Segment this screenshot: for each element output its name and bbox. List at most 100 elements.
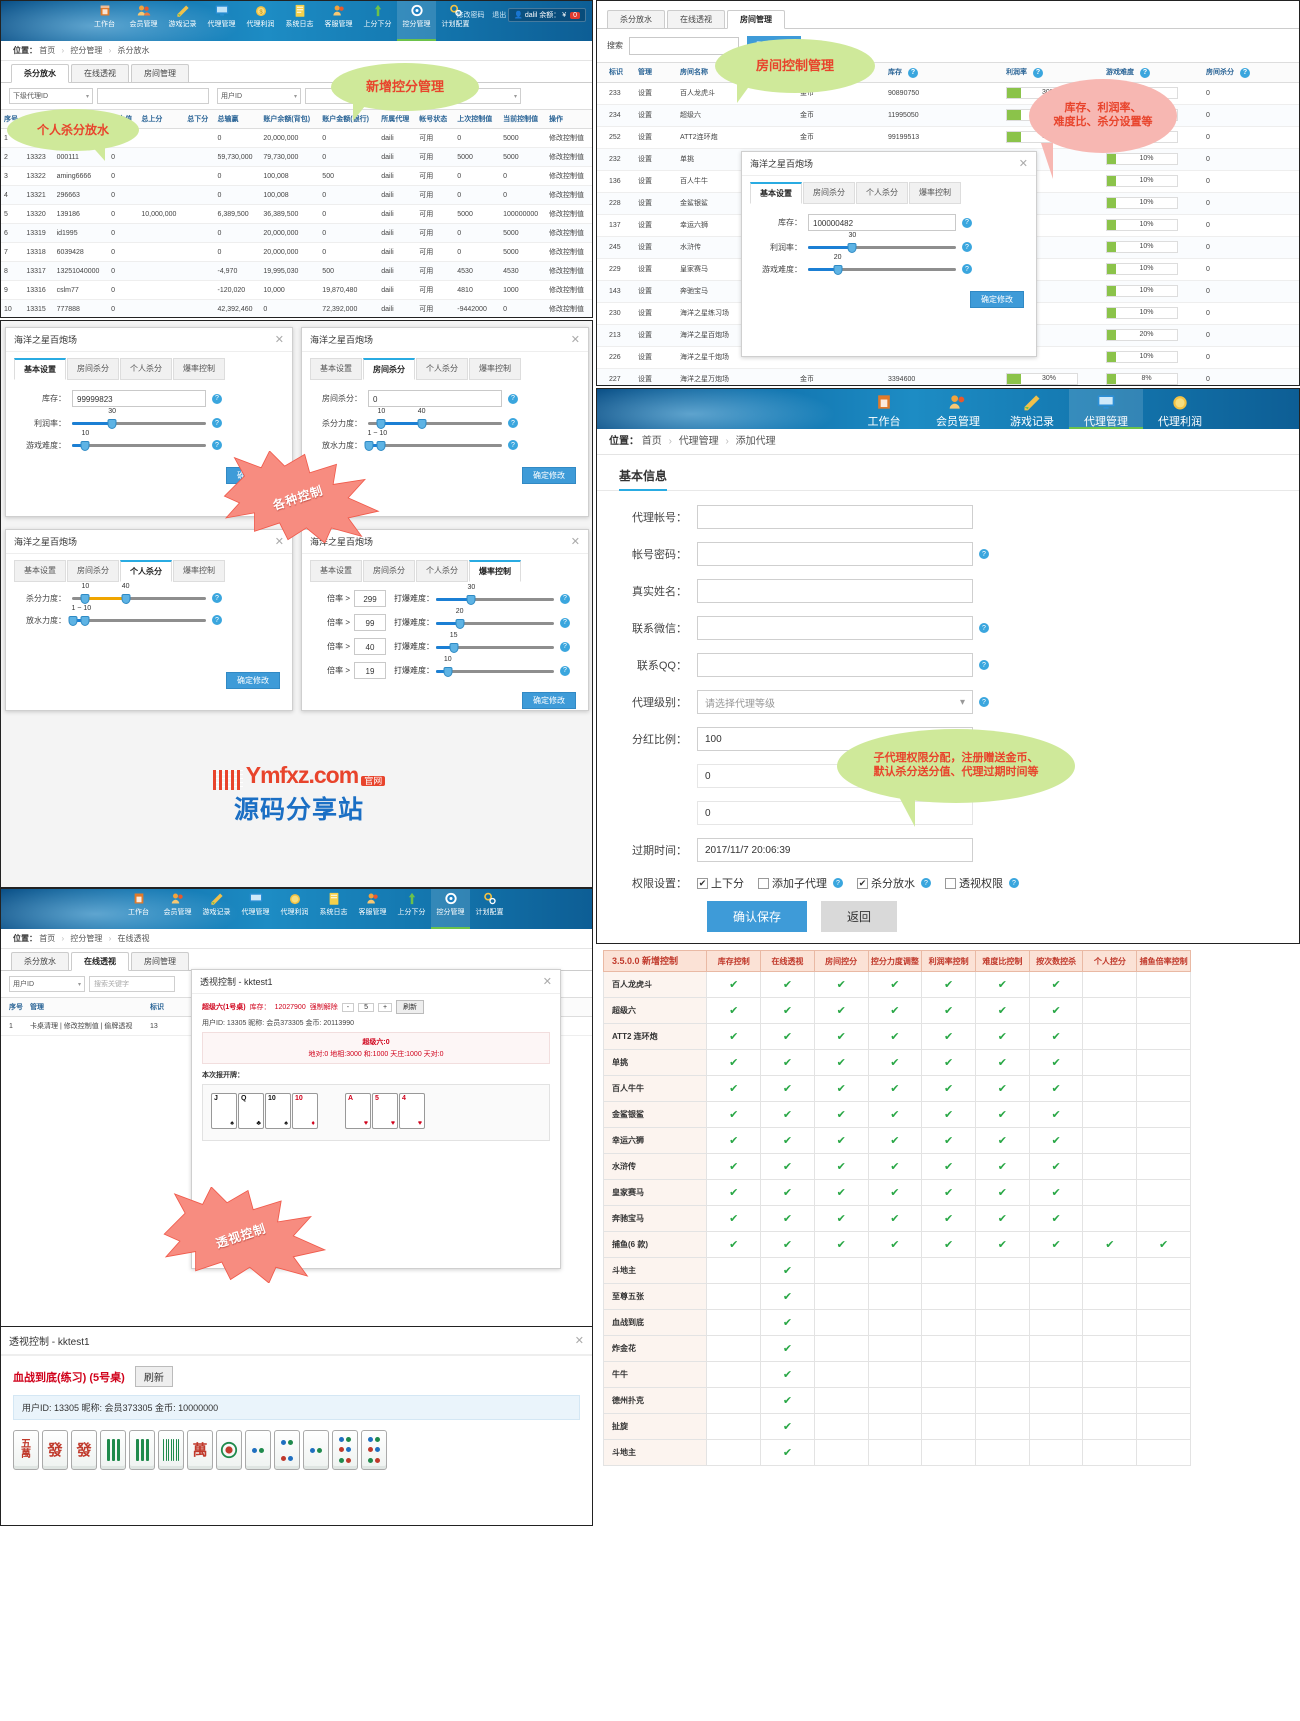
dlg3-water-slider[interactable]: 1 ~ 10 [72,614,206,626]
p3-nav-7[interactable]: 上分下分 [392,889,431,929]
help-icon-diff[interactable]: ? [1140,68,1150,78]
slider-knob-2[interactable] [833,265,842,275]
help-icon-2a[interactable]: ? [508,394,518,404]
slider-knob[interactable] [449,643,458,653]
checkbox-3[interactable] [945,878,956,889]
slider-knob-8a[interactable] [69,616,78,626]
help-icon-dlg-stock[interactable]: ? [962,218,972,228]
cell-op[interactable]: 修改控制值 [546,300,592,319]
help-icon-perm-1[interactable]: ? [833,878,843,888]
agent-nav-4[interactable]: 代理利润 [1143,389,1217,429]
save-button[interactable]: 确认保存 [707,901,807,932]
table-row[interactable]: 1013315777888042,392,460072,392,000daili… [1,300,592,319]
dlg4-tab-0[interactable]: 基本设置 [310,560,362,582]
dlg2-confirm-button[interactable]: 确定修改 [522,467,576,484]
nav-item-6[interactable]: 客服管理 [319,1,358,41]
agent-field-input-4[interactable] [697,653,973,677]
burst-mult-input-1[interactable]: 99 [354,614,386,631]
table-row[interactable]: 613319id19950020,000,0000daili可用05000修改控… [1,224,592,243]
slider-knob-7a[interactable] [81,594,90,604]
nav-item-5[interactable]: 系统日志 [280,1,319,41]
p3-crumb-l2[interactable]: 控分管理 [70,934,102,943]
checkbox-0[interactable]: ✔ [697,878,708,889]
p3-nav-8[interactable]: 控分管理 [431,889,470,929]
cell-room-setting[interactable]: 设置 [635,346,677,368]
slider-knob[interactable] [467,595,476,605]
cell-room-setting[interactable]: 设置 [635,214,677,236]
cell-up[interactable] [138,148,184,167]
table-row[interactable]: 252设置ATT2连环炮金币9919951330%10%0 [597,126,1299,148]
minus-button[interactable]: - [342,1003,354,1012]
slider-knob-5b[interactable] [417,419,426,429]
cell-room-setting[interactable]: 设置 [635,302,677,324]
close-icon-dlg4[interactable]: ✕ [571,535,580,548]
agent-nav-2[interactable]: 游戏记录 [995,389,1069,429]
help-icon-burst-1[interactable]: ? [560,618,570,628]
tab-kill-score[interactable]: 杀分放水 [11,64,69,83]
close-icon-mj[interactable]: ✕ [575,1334,584,1347]
cell-room-setting[interactable]: 设置 [635,148,677,170]
help-icon-agent-3[interactable]: ? [979,623,989,633]
table-row[interactable]: 41332129666300100,0080daili可用00修改控制值 [1,186,592,205]
cell-room-setting[interactable]: 设置 [635,368,677,386]
agent-field-input-5[interactable]: 请选择代理等级▾ [697,690,973,714]
cell-room-setting[interactable]: 设置 [635,82,677,104]
cell-room-setting[interactable]: 设置 [635,170,677,192]
help-icon-1c[interactable]: ? [212,440,222,450]
dlg3-confirm-button[interactable]: 确定修改 [226,672,280,689]
cell-room-setting[interactable]: 设置 [635,104,677,126]
nav-item-8[interactable]: 控分管理 [397,1,436,41]
slider-knob-6b[interactable] [377,441,386,451]
close-icon[interactable]: ✕ [1019,157,1028,170]
nav-item-3[interactable]: 代理管理 [202,1,241,41]
mj-refresh-button[interactable]: 刷新 [135,1366,173,1387]
help-icon-burst-0[interactable]: ? [560,594,570,604]
dlg3-tab-0[interactable]: 基本设置 [14,560,66,582]
cell-room-setting[interactable]: 设置 [635,192,677,214]
cell-room-setting[interactable]: 设置 [635,236,677,258]
agent-nav-0[interactable]: 工作台 [847,389,921,429]
p3-search-input[interactable]: 搜索关键字 [89,976,175,992]
cell-op[interactable]: 修改控制值 [546,167,592,186]
cell-op[interactable]: 修改控制值 [546,186,592,205]
dlg2-tab-0[interactable]: 基本设置 [310,358,362,380]
slider-knob-4[interactable] [81,441,90,451]
help-icon-2b[interactable]: ? [508,418,518,428]
dlg3-tab-3[interactable]: 爆率控制 [173,560,225,582]
help-icon-3b[interactable]: ? [212,615,222,625]
dlg1-tab-2[interactable]: 个人杀分 [120,358,172,380]
cell-flow[interactable]: 0 [108,167,138,186]
dlg2-tab-2[interactable]: 个人杀分 [416,358,468,380]
agent-nav-3[interactable]: 代理管理 [1069,389,1143,429]
p3-tab-2[interactable]: 房间管理 [131,952,189,970]
tab2-room-manage[interactable]: 房间管理 [727,10,785,29]
checkbox-1[interactable] [758,878,769,889]
cell-room-setting[interactable]: 设置 [635,258,677,280]
slider-knob-5a[interactable] [377,419,386,429]
help-icon-agent-1[interactable]: ? [979,549,989,559]
help-icon-dlg-diff[interactable]: ? [962,264,972,274]
dlg3-tab-1[interactable]: 房间杀分 [67,560,119,582]
cell-flow[interactable]: 0 [108,281,138,300]
dlg4-tab-1[interactable]: 房间杀分 [363,560,415,582]
nav-item-2[interactable]: 游戏记录 [163,1,202,41]
agent-perm-3[interactable]: 透视权限? [945,875,1019,891]
dlg-diff-slider[interactable]: 20 [808,263,956,275]
burst-diff-slider-3[interactable]: 10 [436,665,554,677]
table-row[interactable]: 313322aming666600100,008500daili可用00修改控制… [1,167,592,186]
help-icon-stock[interactable]: ? [908,68,918,78]
breadcrumb-level2[interactable]: 控分管理 [70,46,102,55]
cell-up[interactable] [138,243,184,262]
slider-knob[interactable] [848,243,857,253]
dlg2-tab-3[interactable]: 爆率控制 [469,358,521,380]
dlg1-profit-slider[interactable]: 30 [72,417,206,429]
dlg-tab-basic[interactable]: 基本设置 [750,182,802,204]
help-icon-burst-2[interactable]: ? [560,642,570,652]
table-row[interactable]: 913316cslm770-120,02010,00019,870,480dai… [1,281,592,300]
dlg2-kill-input[interactable]: 0 [368,390,502,407]
nav-item-0[interactable]: 工作台 [85,1,124,41]
table-row[interactable]: 227设置海洋之星万炮场金币339460030%8%0 [597,368,1299,386]
nav-item-1[interactable]: 会员管理 [124,1,163,41]
p3-tab-0[interactable]: 杀分放水 [11,952,69,970]
p3-nav-9[interactable]: 计划配置 [470,889,509,929]
